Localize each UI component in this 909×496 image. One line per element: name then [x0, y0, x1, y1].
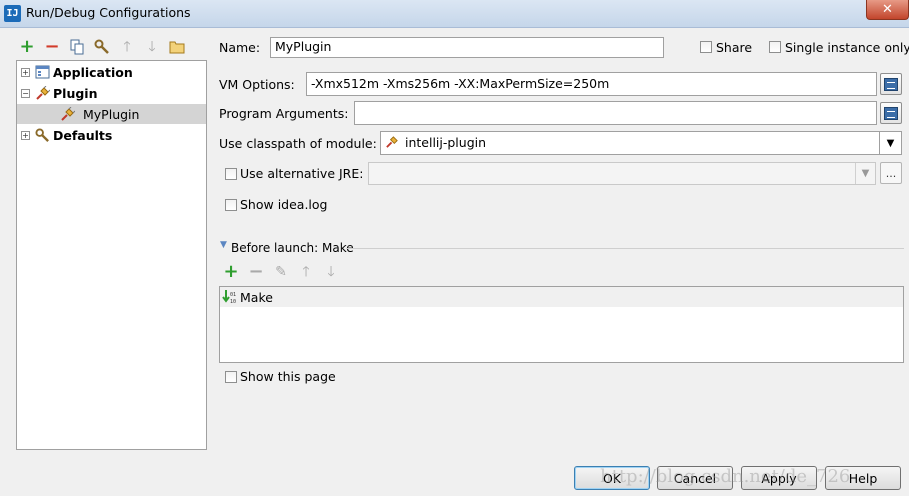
tree-item-label: Defaults [53, 127, 113, 143]
editor-icon [884, 77, 898, 91]
tree-item-myplugin[interactable]: MyPlugin [17, 104, 206, 124]
share-label: Share [716, 40, 753, 55]
name-input[interactable]: MyPlugin [270, 37, 664, 58]
alternative-jre-label: Use alternative JRE: [240, 166, 364, 181]
tree-item-plugin[interactable]: − Plugin [17, 83, 206, 103]
editor-icon [884, 106, 898, 120]
plugin-icon [385, 135, 401, 152]
alternative-jre-input[interactable]: ▼ [368, 162, 876, 185]
tree-item-defaults[interactable]: + Defaults [17, 125, 206, 145]
make-icon: 01 10 [222, 290, 240, 304]
single-instance-label: Single instance only [785, 40, 909, 55]
close-window-button[interactable]: ✕ [866, 0, 909, 20]
vm-options-input[interactable]: -Xmx512m -Xms256m -XX:MaxPermSize=250m [306, 72, 877, 96]
add-icon[interactable]: + [18, 38, 36, 56]
show-idea-log-label: Show idea.log [240, 197, 328, 212]
expand-icon[interactable]: + [21, 67, 30, 77]
help-button[interactable]: Help [825, 466, 901, 490]
tree-item-label: MyPlugin [83, 106, 140, 122]
chevron-down-icon[interactable]: ▼ [879, 132, 901, 154]
classpath-module-label: Use classpath of module: [219, 136, 377, 151]
intellij-app-icon: IJ [4, 5, 21, 22]
tree-item-label: Application [53, 64, 133, 80]
copy-icon[interactable] [68, 38, 86, 56]
add-icon[interactable]: + [222, 263, 240, 281]
ok-button[interactable]: OK [574, 466, 650, 490]
move-down-icon[interactable]: 🡓 [143, 38, 161, 56]
cancel-button[interactable]: Cancel [657, 466, 733, 490]
before-launch-toolbar: + − ✎ 🡑 🡓 [222, 263, 340, 281]
plugin-icon [59, 106, 75, 122]
before-launch-header: Before launch: Make [231, 241, 354, 255]
list-item[interactable]: 01 10 Make [220, 287, 903, 307]
alternative-jre-checkbox[interactable] [225, 168, 237, 180]
title-bar: IJ Run/Debug Configurations ✕ [0, 0, 909, 28]
program-arguments-input[interactable] [354, 101, 877, 125]
show-this-page-checkbox[interactable] [225, 371, 237, 383]
expand-editor-button[interactable] [880, 73, 902, 95]
svg-text:10: 10 [230, 299, 236, 304]
remove-icon[interactable]: − [247, 263, 265, 281]
expand-editor-button[interactable] [880, 102, 902, 124]
show-idea-log-checkbox[interactable] [225, 199, 237, 211]
classpath-module-dropdown[interactable]: intellij-plugin ▼ [380, 131, 902, 155]
plugin-icon [34, 85, 50, 101]
wrench-icon [34, 127, 50, 143]
move-up-icon[interactable]: 🡑 [118, 38, 136, 56]
name-label: Name: [219, 40, 261, 55]
collapse-icon[interactable]: − [21, 88, 30, 98]
tree-item-label: Plugin [53, 85, 98, 101]
show-this-page-label: Show this page [240, 369, 336, 384]
classpath-module-value: intellij-plugin [404, 135, 487, 150]
svg-text:01: 01 [230, 292, 236, 298]
configurations-toolbar: + − 🡑 🡓 [18, 36, 186, 58]
collapse-triangle-icon[interactable]: ▼ [220, 240, 227, 250]
wrench-icon[interactable] [93, 38, 111, 56]
edit-icon[interactable]: ✎ [272, 263, 290, 281]
apply-button[interactable]: Apply [741, 466, 817, 490]
program-arguments-label: Program Arguments: [219, 106, 349, 121]
expand-icon[interactable]: + [21, 130, 30, 140]
move-down-icon[interactable]: 🡓 [322, 263, 340, 281]
share-checkbox[interactable] [700, 41, 712, 53]
section-divider [346, 248, 904, 249]
move-up-icon[interactable]: 🡑 [297, 263, 315, 281]
configurations-tree[interactable]: + Application − Plugin MyPlugin + Defaul… [16, 60, 207, 450]
folder-icon[interactable] [168, 38, 186, 56]
window-title: Run/Debug Configurations [26, 5, 191, 20]
remove-icon[interactable]: − [43, 38, 61, 56]
vm-options-label: VM Options: [219, 77, 295, 92]
chevron-down-icon[interactable]: ▼ [855, 163, 875, 184]
single-instance-checkbox[interactable] [769, 41, 781, 53]
browse-jre-button[interactable]: ... [880, 162, 902, 184]
tree-item-application[interactable]: + Application [17, 62, 206, 82]
application-icon [34, 64, 50, 80]
before-launch-list[interactable]: 01 10 Make [219, 286, 904, 363]
list-item-label: Make [240, 289, 273, 305]
